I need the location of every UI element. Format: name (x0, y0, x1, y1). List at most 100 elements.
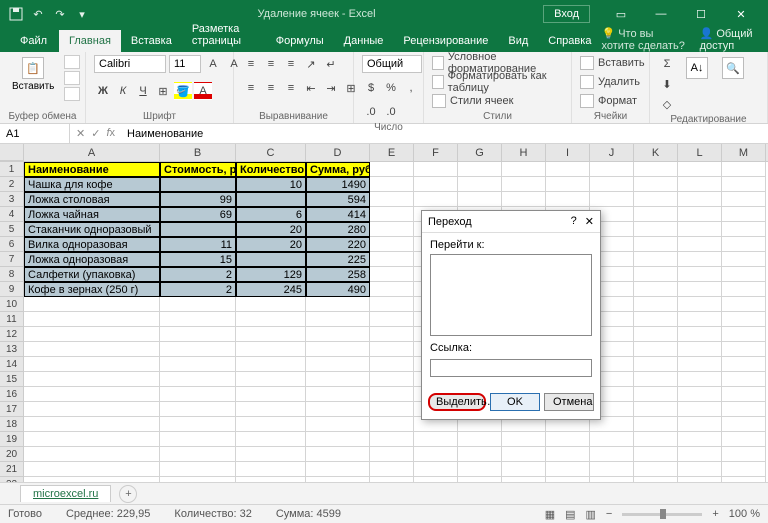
cell[interactable]: Сумма, руб. (306, 162, 370, 177)
cell[interactable] (370, 162, 414, 177)
cells-format[interactable]: Формат (580, 93, 637, 109)
row-header[interactable]: 21 (0, 462, 24, 477)
cell[interactable] (160, 297, 236, 312)
cell[interactable]: Вилка одноразовая (24, 237, 160, 252)
cell[interactable] (24, 417, 160, 432)
reference-input[interactable] (430, 359, 592, 377)
cell[interactable] (678, 237, 722, 252)
cell[interactable] (414, 447, 458, 462)
cell[interactable] (160, 342, 236, 357)
cell[interactable]: 490 (306, 282, 370, 297)
cell[interactable] (160, 402, 236, 417)
cell[interactable] (306, 357, 370, 372)
cell[interactable] (370, 312, 414, 327)
row-header[interactable]: 7 (0, 252, 24, 267)
cell[interactable] (370, 192, 414, 207)
cell[interactable] (24, 402, 160, 417)
row-header[interactable]: 17 (0, 402, 24, 417)
cell[interactable] (306, 387, 370, 402)
cell[interactable] (160, 417, 236, 432)
cell[interactable]: Ложка чайная (24, 207, 160, 222)
cell[interactable] (458, 432, 502, 447)
cell[interactable] (678, 417, 722, 432)
number-format-combo[interactable]: Общий (362, 55, 422, 73)
new-sheet-icon[interactable]: + (119, 485, 137, 503)
tab-view[interactable]: Вид (498, 30, 538, 52)
cell[interactable]: Стоимость, руб. (160, 162, 236, 177)
cell[interactable]: Салфетки (упаковка) (24, 267, 160, 282)
cell[interactable] (502, 162, 546, 177)
cell[interactable] (678, 312, 722, 327)
cell[interactable] (160, 312, 236, 327)
cell[interactable] (414, 462, 458, 477)
cell[interactable] (502, 477, 546, 482)
cell[interactable] (306, 432, 370, 447)
border-icon[interactable]: ⊞ (154, 82, 172, 100)
tab-file[interactable]: Файл (8, 30, 59, 52)
cell[interactable] (414, 477, 458, 482)
cell[interactable] (722, 357, 766, 372)
col-header[interactable]: D (306, 144, 370, 161)
copy-icon[interactable] (64, 71, 80, 85)
cell[interactable] (236, 192, 306, 207)
font-size-combo[interactable]: 11 (169, 55, 201, 73)
undo-icon[interactable]: ↶ (30, 6, 46, 22)
cell[interactable] (722, 177, 766, 192)
ribbon-options-icon[interactable]: ▭ (602, 4, 640, 24)
row-header[interactable]: 12 (0, 327, 24, 342)
cell[interactable] (306, 372, 370, 387)
cell[interactable] (458, 177, 502, 192)
cell[interactable] (546, 477, 590, 482)
cell-styles[interactable]: Стили ячеек (432, 93, 513, 109)
cell[interactable] (370, 207, 414, 222)
col-header[interactable]: G (458, 144, 502, 161)
cell[interactable] (160, 372, 236, 387)
cell[interactable] (678, 222, 722, 237)
cell[interactable] (634, 252, 678, 267)
cell[interactable] (678, 267, 722, 282)
cell[interactable]: 1490 (306, 177, 370, 192)
cell[interactable] (722, 447, 766, 462)
cell[interactable]: 11 (160, 237, 236, 252)
cell[interactable] (236, 372, 306, 387)
cell[interactable] (236, 342, 306, 357)
cell[interactable] (236, 312, 306, 327)
cell[interactable] (414, 162, 458, 177)
cell[interactable] (634, 162, 678, 177)
cell[interactable] (160, 447, 236, 462)
cell[interactable] (458, 477, 502, 482)
cell[interactable] (634, 477, 678, 482)
col-header[interactable]: H (502, 144, 546, 161)
cell[interactable]: 258 (306, 267, 370, 282)
col-header[interactable]: F (414, 144, 458, 161)
cell[interactable] (236, 417, 306, 432)
cancel-formula-icon[interactable]: ✕ (76, 127, 85, 140)
cell[interactable] (590, 477, 634, 482)
cell[interactable]: Чашка для кофе (24, 177, 160, 192)
cell[interactable] (722, 237, 766, 252)
cell[interactable]: 10 (236, 177, 306, 192)
align-middle-icon[interactable]: ≡ (262, 55, 280, 73)
cell[interactable] (370, 327, 414, 342)
tab-layout[interactable]: Разметка страницы (182, 18, 266, 52)
cell[interactable] (678, 387, 722, 402)
cell[interactable] (458, 162, 502, 177)
cell[interactable]: Ложка столовая (24, 192, 160, 207)
row-header[interactable]: 22 (0, 477, 24, 482)
row-header[interactable]: 14 (0, 357, 24, 372)
cell[interactable] (634, 237, 678, 252)
cell[interactable] (160, 432, 236, 447)
cell[interactable] (414, 192, 458, 207)
fx-icon[interactable]: fx (106, 127, 115, 140)
tab-insert[interactable]: Вставка (121, 30, 182, 52)
col-header[interactable]: B (160, 144, 236, 161)
cell[interactable] (634, 267, 678, 282)
cell[interactable]: 20 (236, 222, 306, 237)
tab-review[interactable]: Рецензирование (393, 30, 498, 52)
cell[interactable] (370, 477, 414, 482)
cell[interactable] (370, 372, 414, 387)
cell[interactable]: Кофе в зернах (250 г) (24, 282, 160, 297)
row-header[interactable]: 15 (0, 372, 24, 387)
cell[interactable] (546, 177, 590, 192)
cell[interactable] (634, 312, 678, 327)
